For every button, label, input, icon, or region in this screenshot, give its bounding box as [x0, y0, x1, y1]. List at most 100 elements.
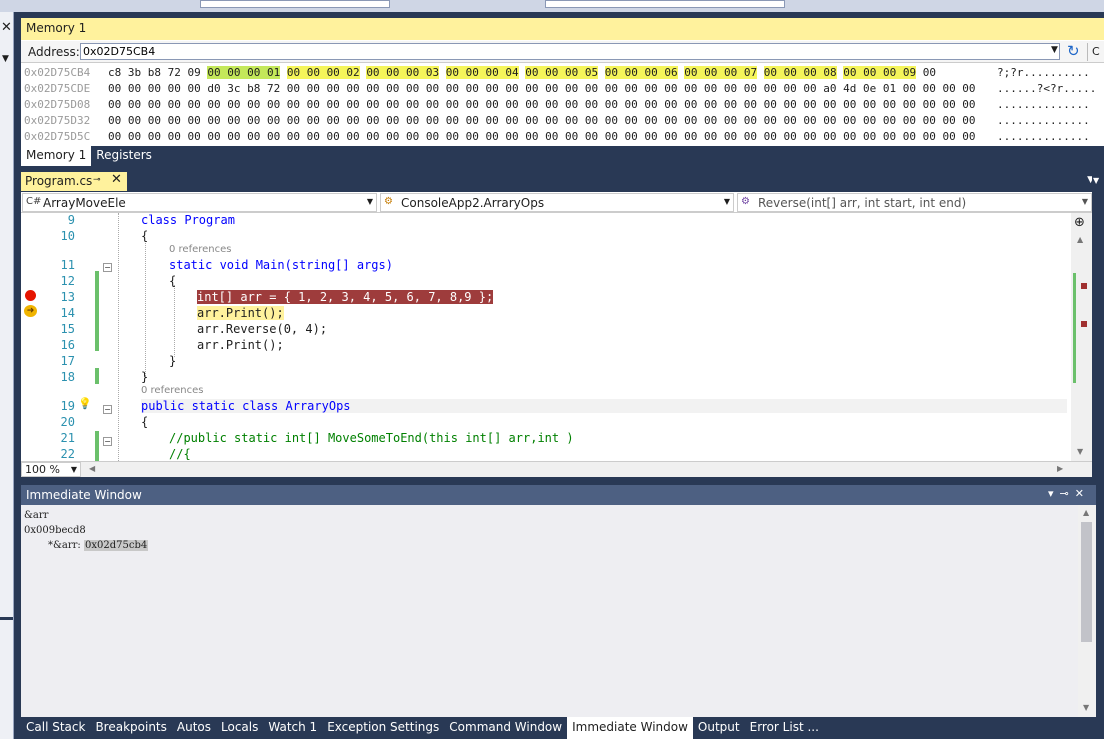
class-dropdown[interactable]: ⚙ ConsoleApp2.ArraryOps ▼ — [380, 193, 734, 212]
divider — [0, 617, 13, 620]
tab-memory-1[interactable]: Memory 1 — [21, 146, 92, 166]
code-line[interactable]: //public static int[] MoveSomeToEnd(this… — [169, 431, 574, 445]
stack-frame-combo[interactable] — [545, 0, 785, 8]
tab-command-window[interactable]: Command Window — [444, 717, 567, 739]
code-lens-references[interactable]: 0 references — [169, 244, 232, 255]
memory-row-bytes: c8 3b b8 72 09 00 00 00 01 00 00 00 02 0… — [108, 66, 936, 79]
tab-exception-settings[interactable]: Exception Settings — [322, 717, 444, 739]
memory-rows: 0x02D75CB4 c8 3b b8 72 09 00 00 00 01 00… — [21, 65, 1104, 145]
code-line[interactable]: //{ — [169, 447, 191, 461]
tab-label: Program.cs — [25, 174, 93, 188]
chevron-down-icon: ▼ — [1081, 197, 1088, 206]
change-marker — [95, 368, 99, 384]
immediate-line: &arr — [24, 510, 49, 521]
member-dropdown[interactable]: ⚙ Reverse(int[] arr, int start, int end)… — [737, 193, 1092, 212]
current-statement-arrow-icon[interactable]: ➜ — [24, 305, 37, 317]
navigation-bar: C# ArrayMoveEle ▼ ⚙ ConsoleApp2.ArraryOp… — [21, 192, 1092, 213]
current-line[interactable]: arr.Print(); — [197, 306, 284, 320]
chevron-down-icon: ▼ — [366, 197, 373, 206]
memory-row[interactable]: 0x02D75CDE 00 00 00 00 00 d0 3c b8 72 00… — [21, 81, 1104, 97]
code-line[interactable]: arr.Print(); — [197, 338, 284, 352]
fold-toggle[interactable]: − — [103, 263, 112, 272]
code-line[interactable]: static void Main(string[] args) — [169, 258, 393, 272]
project-dropdown[interactable]: C# ArrayMoveEle ▼ — [22, 193, 377, 212]
columns-combo[interactable]: C — [1087, 43, 1104, 61]
code-line[interactable]: { — [141, 415, 148, 429]
scroll-down-icon[interactable]: ▼ — [1077, 447, 1083, 456]
code-lens-references[interactable]: 0 references — [141, 385, 204, 396]
immediate-output[interactable]: &arr 0x009becd8 *&arr: 0x02d75cb4 — [21, 505, 1078, 717]
indent-guide — [145, 243, 146, 378]
memory-row-address: 0x02D75D5C — [24, 130, 91, 143]
code-line[interactable]: } — [169, 354, 176, 368]
code-line[interactable]: arr.Reverse(0, 4); — [197, 322, 327, 336]
tab-call-stack[interactable]: Call Stack — [21, 717, 90, 739]
memory-row[interactable]: 0x02D75D5C 00 00 00 00 00 00 00 00 00 00… — [21, 129, 1104, 145]
scroll-thumb[interactable] — [1081, 522, 1092, 642]
close-icon[interactable]: ✕ — [111, 172, 122, 187]
scroll-left-icon[interactable]: ◀ — [89, 464, 95, 473]
csharp-project-icon: C# — [26, 196, 42, 207]
code-line[interactable]: { — [141, 229, 148, 243]
immediate-line: 0x009becd8 — [24, 525, 86, 536]
refresh-icon[interactable]: ↻ — [1067, 42, 1080, 60]
line-number: 10 — [60, 229, 75, 243]
breakpoint-icon[interactable] — [25, 290, 36, 301]
memory-row-address: 0x02D75CB4 — [24, 66, 91, 79]
address-input[interactable] — [80, 43, 1060, 60]
fold-toggle[interactable]: − — [103, 405, 112, 414]
memory-row[interactable]: 0x02D75D32 00 00 00 00 00 00 00 00 00 00… — [21, 113, 1104, 129]
memory-row-bytes: 00 00 00 00 00 00 00 00 00 00 00 00 00 0… — [108, 130, 976, 143]
tab-registers[interactable]: Registers — [91, 146, 157, 166]
chevron-down-icon[interactable]: ▼ — [2, 54, 9, 64]
memory-window-title[interactable]: Memory 1 — [21, 18, 1104, 40]
code-line[interactable]: public static class ArraryOps — [141, 399, 1067, 413]
fold-toggle[interactable]: − — [103, 437, 112, 446]
change-marker — [95, 431, 99, 461]
address-dropdown-icon[interactable]: ▼ — [1051, 45, 1058, 55]
memory-row[interactable]: 0x02D75D08 00 00 00 00 00 00 00 00 00 00… — [21, 97, 1104, 113]
tab-autos[interactable]: Autos — [172, 717, 216, 739]
breakpoint-line[interactable]: int[] arr = { 1, 2, 3, 4, 5, 6, 7, 8,9 }… — [197, 290, 494, 304]
right-dock-strip: ▼ — [1092, 166, 1104, 477]
chevron-down-icon: ▼ — [723, 197, 730, 206]
code-line[interactable]: { — [169, 274, 176, 288]
memory-row-ascii: .............. — [997, 98, 1090, 111]
tab-error-list[interactable]: Error List ... — [745, 717, 824, 739]
close-icon[interactable]: ✕ — [1, 20, 12, 35]
line-number: 13 — [60, 290, 75, 304]
deref-value[interactable]: 0x02d75cb4 — [83, 540, 149, 551]
tab-program-cs[interactable]: Program.cs ⊸ ✕ — [21, 172, 127, 191]
change-overview-marker — [1073, 273, 1076, 383]
pin-icon[interactable]: ⊸ — [93, 175, 101, 185]
lightbulb-icon[interactable]: 💡 — [78, 397, 92, 410]
code-editor[interactable]: ➜ 💡 − − − 9 10 11 12 13 14 15 16 17 18 1… — [21, 213, 1092, 461]
tab-locals[interactable]: Locals — [216, 717, 263, 739]
split-editor-icon[interactable]: ⊕ — [1074, 215, 1085, 230]
immediate-vertical-scrollbar[interactable]: ▲ ▼ — [1078, 505, 1096, 717]
scroll-right-icon[interactable]: ▶ — [1057, 464, 1063, 473]
tab-watch-1[interactable]: Watch 1 — [263, 717, 322, 739]
scroll-up-icon[interactable]: ▲ — [1083, 508, 1089, 517]
tab-output[interactable]: Output — [693, 717, 745, 739]
immediate-window-title[interactable]: Immediate Window ▾⊸✕ — [21, 485, 1096, 505]
memory-row-bytes: 00 00 00 00 00 00 00 00 00 00 00 00 00 0… — [108, 98, 976, 111]
toolbar-strip — [0, 0, 1104, 12]
memory-row[interactable]: 0x02D75CB4 c8 3b b8 72 09 00 00 00 01 00… — [21, 65, 1104, 81]
line-number: 18 — [60, 370, 75, 384]
scroll-up-icon[interactable]: ▲ — [1077, 235, 1083, 244]
tab-breakpoints[interactable]: Breakpoints — [90, 717, 171, 739]
code-line[interactable]: } — [141, 370, 148, 384]
editor-vertical-scrollbar[interactable]: ⊕ ▲ ▼ — [1071, 213, 1092, 461]
thread-combo[interactable] — [200, 0, 390, 8]
zoom-combo[interactable]: 100 % ▼ — [21, 462, 81, 477]
window-controls[interactable]: ▾⊸✕ — [1048, 487, 1090, 500]
memory-row-address: 0x02D75CDE — [24, 82, 91, 95]
line-number: 20 — [60, 415, 75, 429]
bottom-tool-tabs: Call Stack Breakpoints Autos Locals Watch 1E… — [21, 717, 1104, 739]
tab-immediate-window[interactable]: Immediate Window — [567, 717, 693, 739]
scroll-down-icon[interactable]: ▼ — [1083, 703, 1089, 712]
code-line[interactable]: class Program — [141, 213, 235, 227]
chevron-down-icon[interactable]: ▼ — [1093, 176, 1099, 185]
memory-row-address: 0x02D75D08 — [24, 98, 91, 111]
